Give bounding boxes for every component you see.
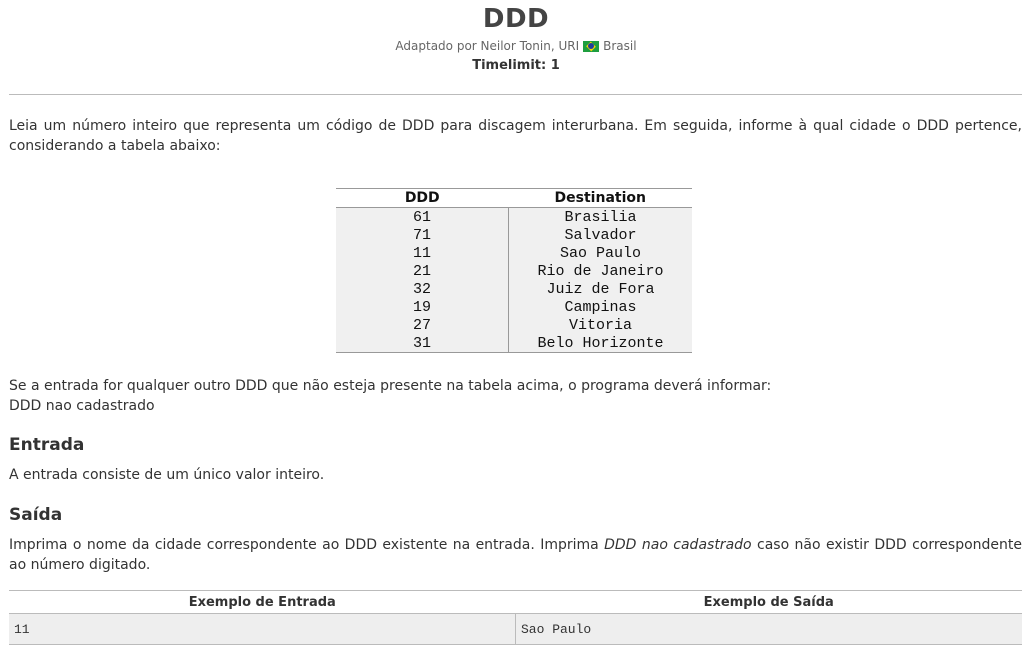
example-input-value[interactable]: 11 [9,613,516,645]
problem-byline: Adaptado por Neilor Tonin, URI Brasil [0,39,1032,53]
author-text: Adaptado por Neilor Tonin, URI [395,39,580,53]
output-text-before: Imprima o nome da cidade correspondente … [9,537,605,553]
ddd-cell: 71 [336,226,509,244]
table-row: 71 Salvador [336,226,692,244]
table-row: 27 Vitoria [336,316,692,334]
example-output-value[interactable]: Sao Paulo [515,613,1022,645]
ddd-destination-table: DDD Destination 61 Brasilia 71 Salvador … [336,188,692,353]
timelimit: Timelimit: 1 [472,58,560,73]
column-header-destination: Destination [508,188,692,208]
output-heading: Saída [9,505,63,525]
ddd-cell: 31 [336,334,509,353]
ddd-cell: 27 [336,316,509,334]
table-row: 31 Belo Horizonte [336,334,692,353]
destination-cell: Belo Horizonte [508,334,692,353]
destination-cell: Vitoria [508,316,692,334]
ddd-cell: 61 [336,207,509,226]
note-line-2: DDD nao cadastrado [9,398,155,414]
note-line-1: Se a entrada for qualquer outro DDD que … [9,378,772,394]
input-description: A entrada consiste de um único valor int… [9,467,325,483]
destination-cell: Juiz de Fora [508,280,692,298]
output-text-emphasis: DDD nao cadastrado [604,537,752,553]
problem-intro: Leia um número inteiro que representa um… [9,118,1022,154]
destination-cell: Campinas [508,298,692,316]
ddd-cell: 11 [336,244,509,262]
ddd-cell: 19 [336,298,509,316]
output-description: Imprima o nome da cidade correspondente … [9,535,1022,575]
table-row: 61 Brasilia [336,207,692,226]
country-text: Brasil [603,39,637,53]
table-row: 19 Campinas [336,298,692,316]
header-divider [9,94,1022,95]
destination-cell: Salvador [508,226,692,244]
destination-cell: Sao Paulo [508,244,692,262]
brazil-flag-icon [583,40,600,52]
table-row: 32 Juiz de Fora [336,280,692,298]
ddd-cell: 21 [336,262,509,280]
table-row: 21 Rio de Janeiro [336,262,692,280]
example-output-header: Exemplo de Saída [515,590,1022,614]
examples-table: Exemplo de Entrada Exemplo de Saída 11 S… [9,590,1022,645]
examples-header-row: Exemplo de Entrada Exemplo de Saída [9,590,1022,614]
examples-row: 11 Sao Paulo [9,613,1022,645]
table-row: 11 Sao Paulo [336,244,692,262]
example-input-header: Exemplo de Entrada [9,590,516,614]
input-heading: Entrada [9,435,85,455]
ddd-cell: 32 [336,280,509,298]
problem-title: DDD [482,4,550,34]
not-registered-note: Se a entrada for qualquer outro DDD que … [9,376,1022,416]
table-header-row: DDD Destination [336,188,692,208]
destination-cell: Rio de Janeiro [508,262,692,280]
destination-cell: Brasilia [508,207,692,226]
column-header-ddd: DDD [336,188,509,208]
